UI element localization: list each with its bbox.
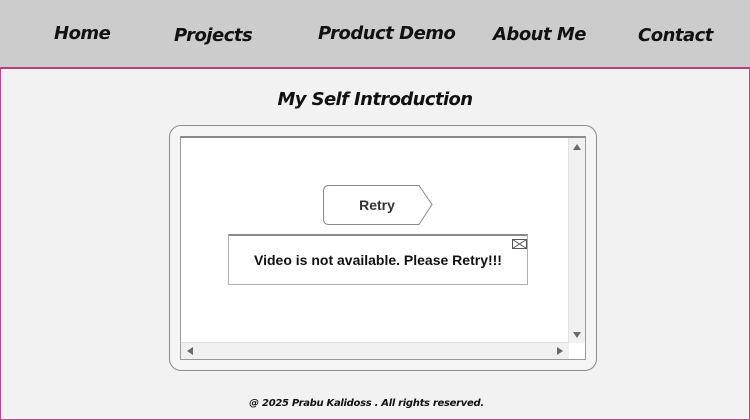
vertical-scrollbar[interactable] [568,138,585,344]
retry-button-label: Retry [359,197,395,213]
close-icon[interactable] [512,236,527,249]
nav-about-me[interactable]: About Me [493,1,587,68]
scroll-left-arrow-icon[interactable] [187,347,193,355]
nav-product-demo[interactable]: Product Demo [318,0,456,67]
horizontal-scrollbar[interactable] [181,342,569,359]
retry-button[interactable]: Retry [323,185,435,225]
scroll-down-arrow-icon[interactable] [573,332,581,338]
footer-copyright: @ 2025 Prabu Kalidoss . All rights reser… [249,398,484,409]
scroll-corner [569,343,585,359]
error-message-box: Video is not available. Please Retry!!! [228,234,528,285]
nav-projects[interactable]: Projects [174,2,253,69]
error-message: Video is not available. Please Retry!!! [254,252,502,268]
top-navigation: Home Projects Product Demo About Me Cont… [0,0,750,69]
nav-contact[interactable]: Contact [638,2,713,69]
scroll-up-arrow-icon[interactable] [573,144,581,150]
nav-home[interactable]: Home [54,0,111,67]
scroll-right-arrow-icon[interactable] [557,347,563,355]
page-title: My Self Introduction [277,89,473,110]
